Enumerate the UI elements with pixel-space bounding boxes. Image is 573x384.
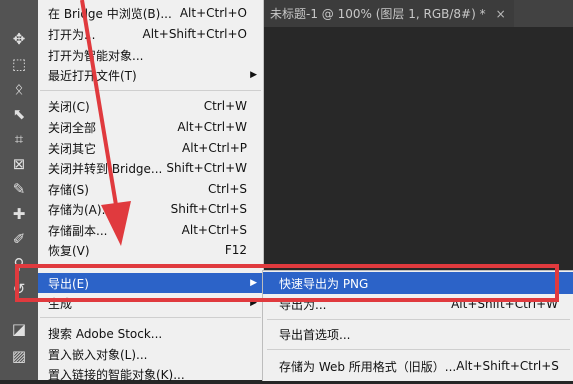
annotation-highlight-box — [15, 264, 559, 302]
annotation-arrow-icon — [80, 0, 131, 246]
